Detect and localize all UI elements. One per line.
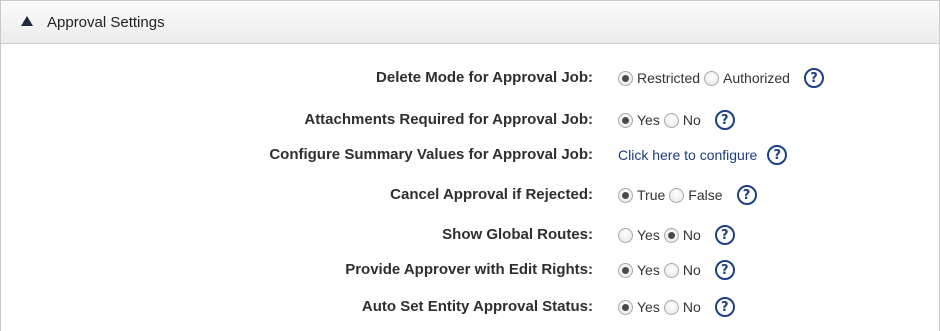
help-icon[interactable]: ? (803, 68, 824, 88)
radio-no[interactable] (663, 262, 679, 278)
setting-label: Show Global Routes: (442, 226, 593, 243)
panel-header[interactable]: Approval Settings (1, 1, 939, 44)
option-label: No (682, 262, 701, 278)
radio-group: Yes No ? (618, 257, 735, 283)
setting-label: Attachments Required for Approval Job: (304, 111, 593, 128)
option-label: Yes (637, 262, 660, 278)
radio-no[interactable] (663, 227, 679, 243)
option-label: No (682, 227, 701, 243)
help-icon[interactable]: ? (714, 110, 735, 130)
radio-no[interactable] (663, 299, 679, 315)
configure-link-wrap: Click here to configure ? (618, 142, 788, 168)
help-icon[interactable]: ? (714, 225, 735, 245)
option-label: False (688, 187, 723, 203)
radio-restricted[interactable] (618, 70, 633, 86)
help-icon[interactable]: ? (714, 260, 735, 280)
setting-label: Provide Approver with Edit Rights: (345, 261, 593, 278)
radio-true[interactable] (618, 187, 633, 203)
setting-row-cancel-if-rejected: Cancel Approval if Rejected: True False … (1, 182, 940, 208)
setting-row-show-global-routes: Show Global Routes: Yes No ? (1, 222, 940, 248)
setting-row-attachments-required: Attachments Required for Approval Job: Y… (1, 107, 940, 133)
radio-group: Yes No ? (618, 222, 735, 248)
setting-row-summary-values: Configure Summary Values for Approval Jo… (1, 142, 940, 168)
option-label: True (637, 187, 666, 203)
setting-row-approver-edit-rights: Provide Approver with Edit Rights: Yes N… (1, 257, 940, 283)
radio-yes[interactable] (618, 262, 633, 278)
panel-title: Approval Settings (47, 13, 165, 31)
option-label: No (682, 299, 701, 315)
radio-false[interactable] (669, 187, 685, 203)
option-label: Yes (637, 227, 660, 243)
radio-group: Yes No ? (618, 107, 735, 133)
option-label: Yes (637, 112, 660, 128)
radio-yes[interactable] (618, 112, 633, 128)
radio-group: Yes No ? (618, 294, 735, 320)
setting-label: Delete Mode for Approval Job: (376, 69, 593, 86)
radio-no[interactable] (663, 112, 679, 128)
setting-label: Cancel Approval if Rejected: (390, 186, 593, 203)
configure-link[interactable]: Click here to configure (618, 147, 757, 163)
help-icon[interactable]: ? (736, 185, 757, 205)
option-label: No (682, 112, 701, 128)
radio-yes[interactable] (618, 227, 633, 243)
radio-group: True False ? (618, 182, 757, 208)
help-icon[interactable]: ? (767, 145, 788, 165)
radio-group: Restricted Authorized ? (618, 65, 824, 91)
radio-yes[interactable] (618, 299, 633, 315)
collapse-triangle-icon[interactable] (21, 16, 33, 26)
help-icon[interactable]: ? (714, 297, 735, 317)
option-label: Authorized (723, 70, 790, 86)
option-label: Yes (637, 299, 660, 315)
setting-row-delete-mode: Delete Mode for Approval Job: Restricted… (1, 65, 940, 91)
option-label: Restricted (637, 70, 701, 86)
setting-row-auto-set-status: Auto Set Entity Approval Status: Yes No … (1, 294, 940, 320)
setting-label: Configure Summary Values for Approval Jo… (269, 146, 593, 163)
setting-label: Auto Set Entity Approval Status: (361, 298, 593, 315)
approval-settings-panel: Approval Settings Delete Mode for Approv… (0, 0, 940, 331)
radio-authorized[interactable] (704, 70, 720, 86)
